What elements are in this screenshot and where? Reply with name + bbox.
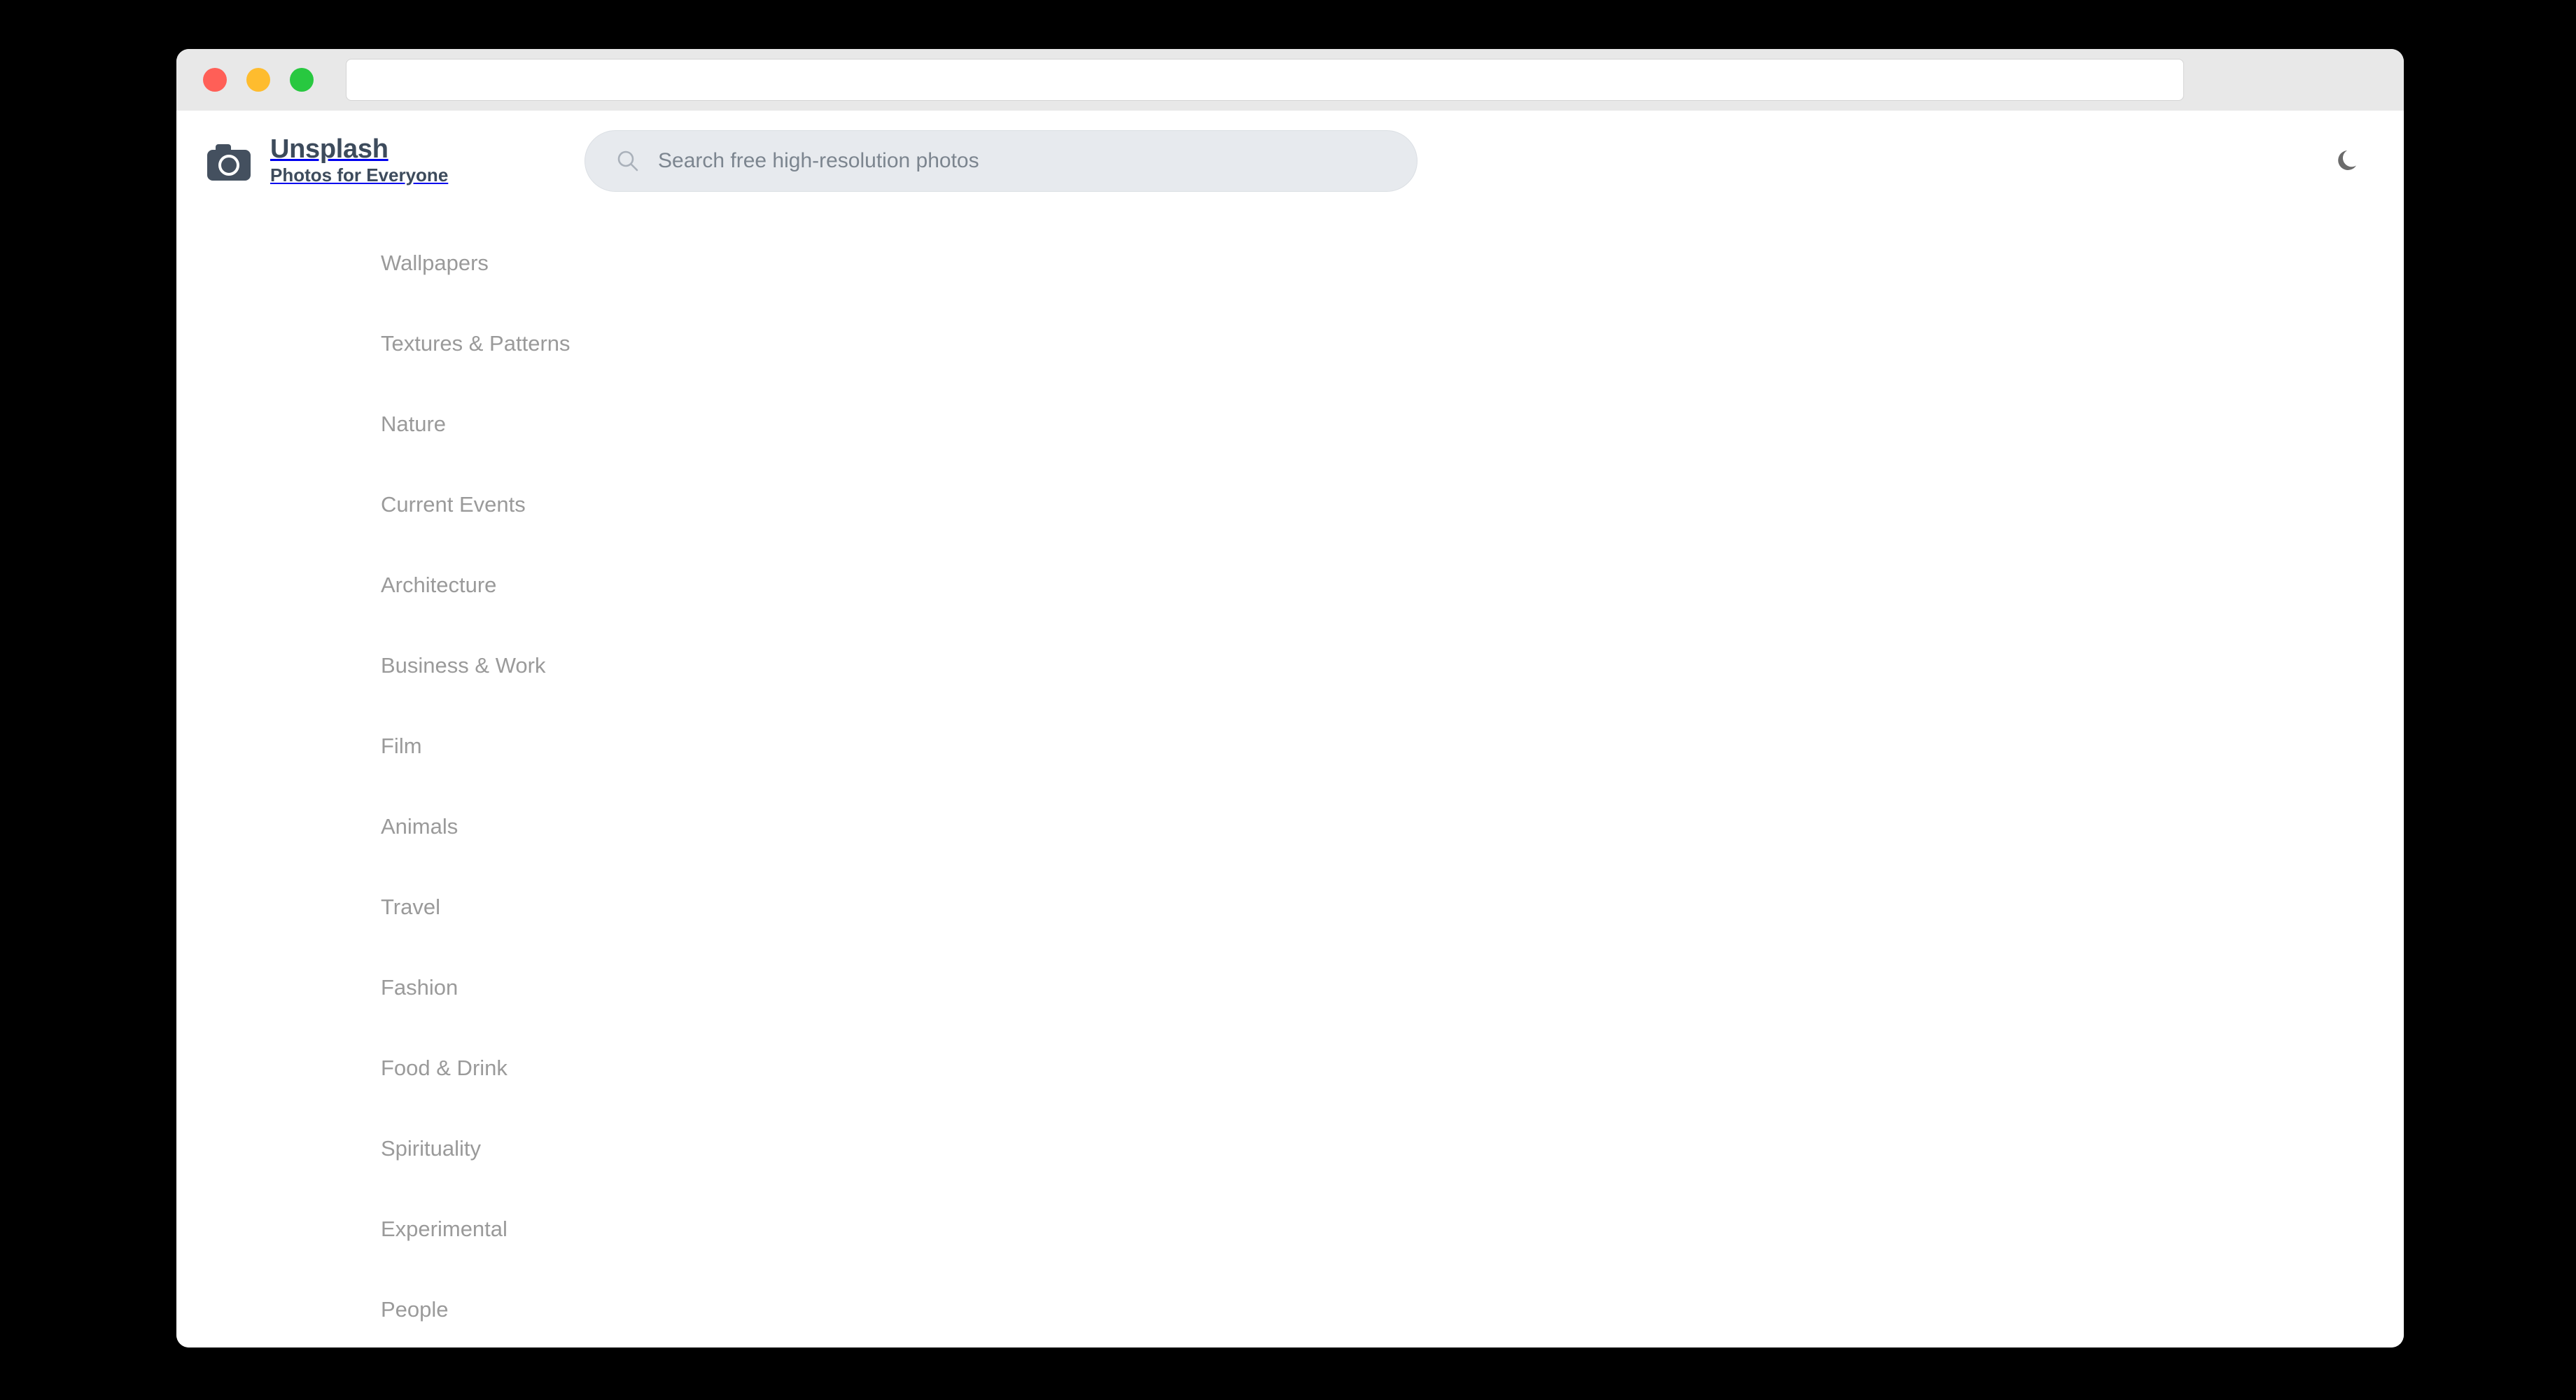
browser-window: Unsplash Photos for Everyone WallpapersT… bbox=[176, 49, 2404, 1348]
sidebar-item-travel[interactable]: Travel bbox=[176, 867, 750, 947]
sidebar-item-animals[interactable]: Animals bbox=[176, 786, 750, 867]
sidebar-item-film[interactable]: Film bbox=[176, 706, 750, 786]
brand-title: Unsplash bbox=[270, 134, 388, 164]
sidebar-item-wallpapers[interactable]: Wallpapers bbox=[176, 223, 750, 303]
close-button[interactable] bbox=[203, 68, 227, 92]
brand-tagline: Photos for Everyone bbox=[270, 164, 449, 186]
search-input[interactable] bbox=[658, 131, 1372, 191]
sidebar-item-textures-patterns[interactable]: Textures & Patterns bbox=[176, 303, 750, 384]
sidebar-item-architecture[interactable]: Architecture bbox=[176, 545, 750, 625]
minimize-button[interactable] bbox=[246, 68, 270, 92]
site-header: Unsplash Photos for Everyone bbox=[176, 111, 2404, 199]
dark-mode-toggle-button[interactable] bbox=[2331, 143, 2367, 179]
camera-icon bbox=[207, 144, 251, 181]
brand-logo-link[interactable]: Unsplash Photos for Everyone bbox=[203, 134, 449, 186]
browser-title-bar bbox=[176, 49, 2404, 111]
moon-icon bbox=[2338, 150, 2356, 170]
sidebar-item-business-work[interactable]: Business & Work bbox=[176, 625, 750, 706]
url-address-bar[interactable] bbox=[346, 59, 2184, 101]
search-icon bbox=[617, 150, 638, 172]
page-content: Unsplash Photos for Everyone WallpapersT… bbox=[176, 111, 2404, 1348]
sidebar-item-fashion[interactable]: Fashion bbox=[176, 947, 750, 1028]
sidebar-item-current-events[interactable]: Current Events bbox=[176, 464, 750, 545]
window-controls bbox=[203, 68, 314, 92]
search-bar[interactable] bbox=[584, 130, 1418, 192]
brand-text: Unsplash Photos for Everyone bbox=[270, 134, 449, 186]
sidebar-item-nature[interactable]: Nature bbox=[176, 384, 750, 464]
maximize-button[interactable] bbox=[290, 68, 314, 92]
sidebar-item-food-drink[interactable]: Food & Drink bbox=[176, 1028, 750, 1108]
sidebar-item-experimental[interactable]: Experimental bbox=[176, 1189, 750, 1269]
sidebar-item-spirituality[interactable]: Spirituality bbox=[176, 1108, 750, 1189]
sidebar-item-people[interactable]: People bbox=[176, 1269, 750, 1348]
category-sidebar-nav: Wallpapers Textures & Patterns Nature Curre… bbox=[176, 199, 750, 1348]
